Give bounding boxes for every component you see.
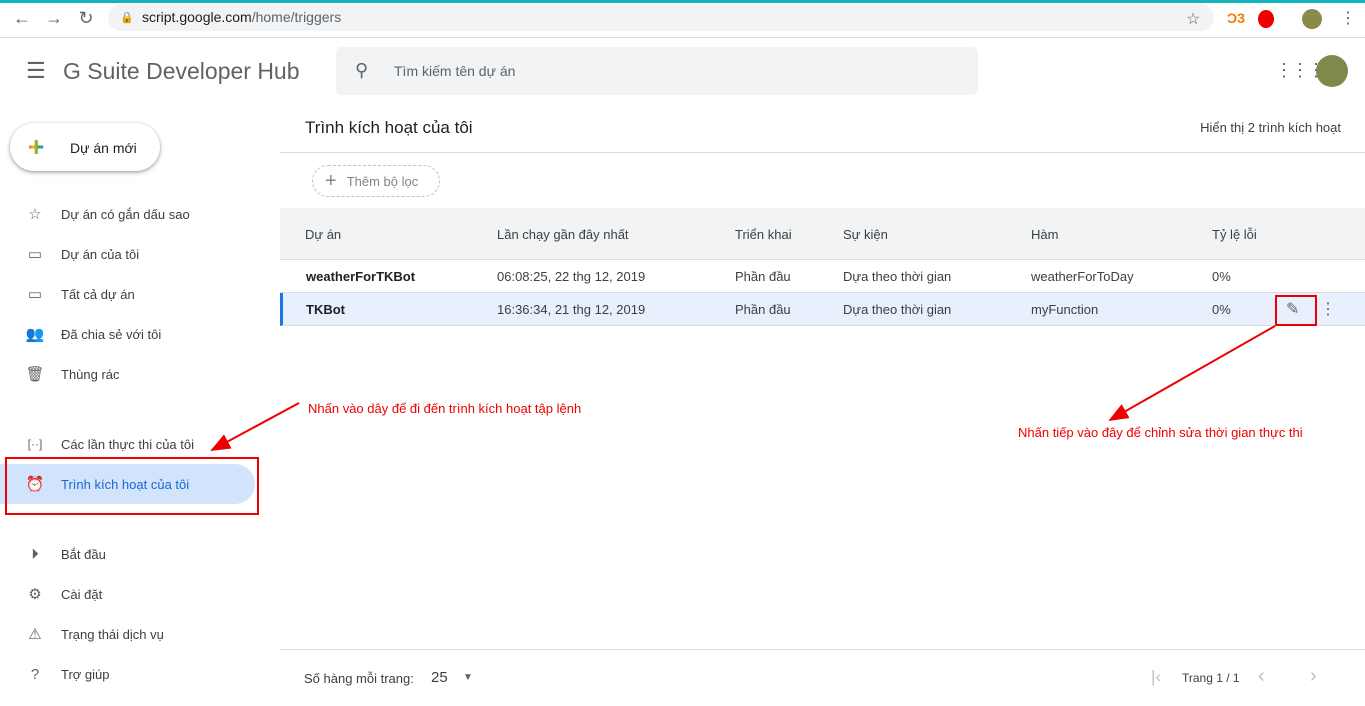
prev-page-icon[interactable]: ‹ [1258, 665, 1265, 688]
first-page-icon[interactable]: |‹ [1151, 667, 1161, 687]
page-indicator: Trang 1 / 1 [1182, 671, 1240, 685]
next-page-icon[interactable]: › [1310, 665, 1317, 688]
footer-divider [280, 649, 1365, 650]
rows-per-page-select[interactable]: 25 [431, 669, 448, 686]
rows-per-page-label: Số hàng mỗi trang: [304, 671, 414, 686]
annotation-arrow-right [1108, 325, 1276, 421]
annotation-text-right: Nhấn tiếp vào đây để chỉnh sửa thời gian… [1018, 425, 1303, 440]
annotation-arrows [210, 325, 1276, 451]
annotation-text-left: Nhấn vào dây để đi đến trình kích hoạt t… [308, 401, 582, 416]
chevron-down-icon[interactable]: ▼ [463, 672, 473, 683]
annotation-arrow-left [210, 402, 300, 451]
